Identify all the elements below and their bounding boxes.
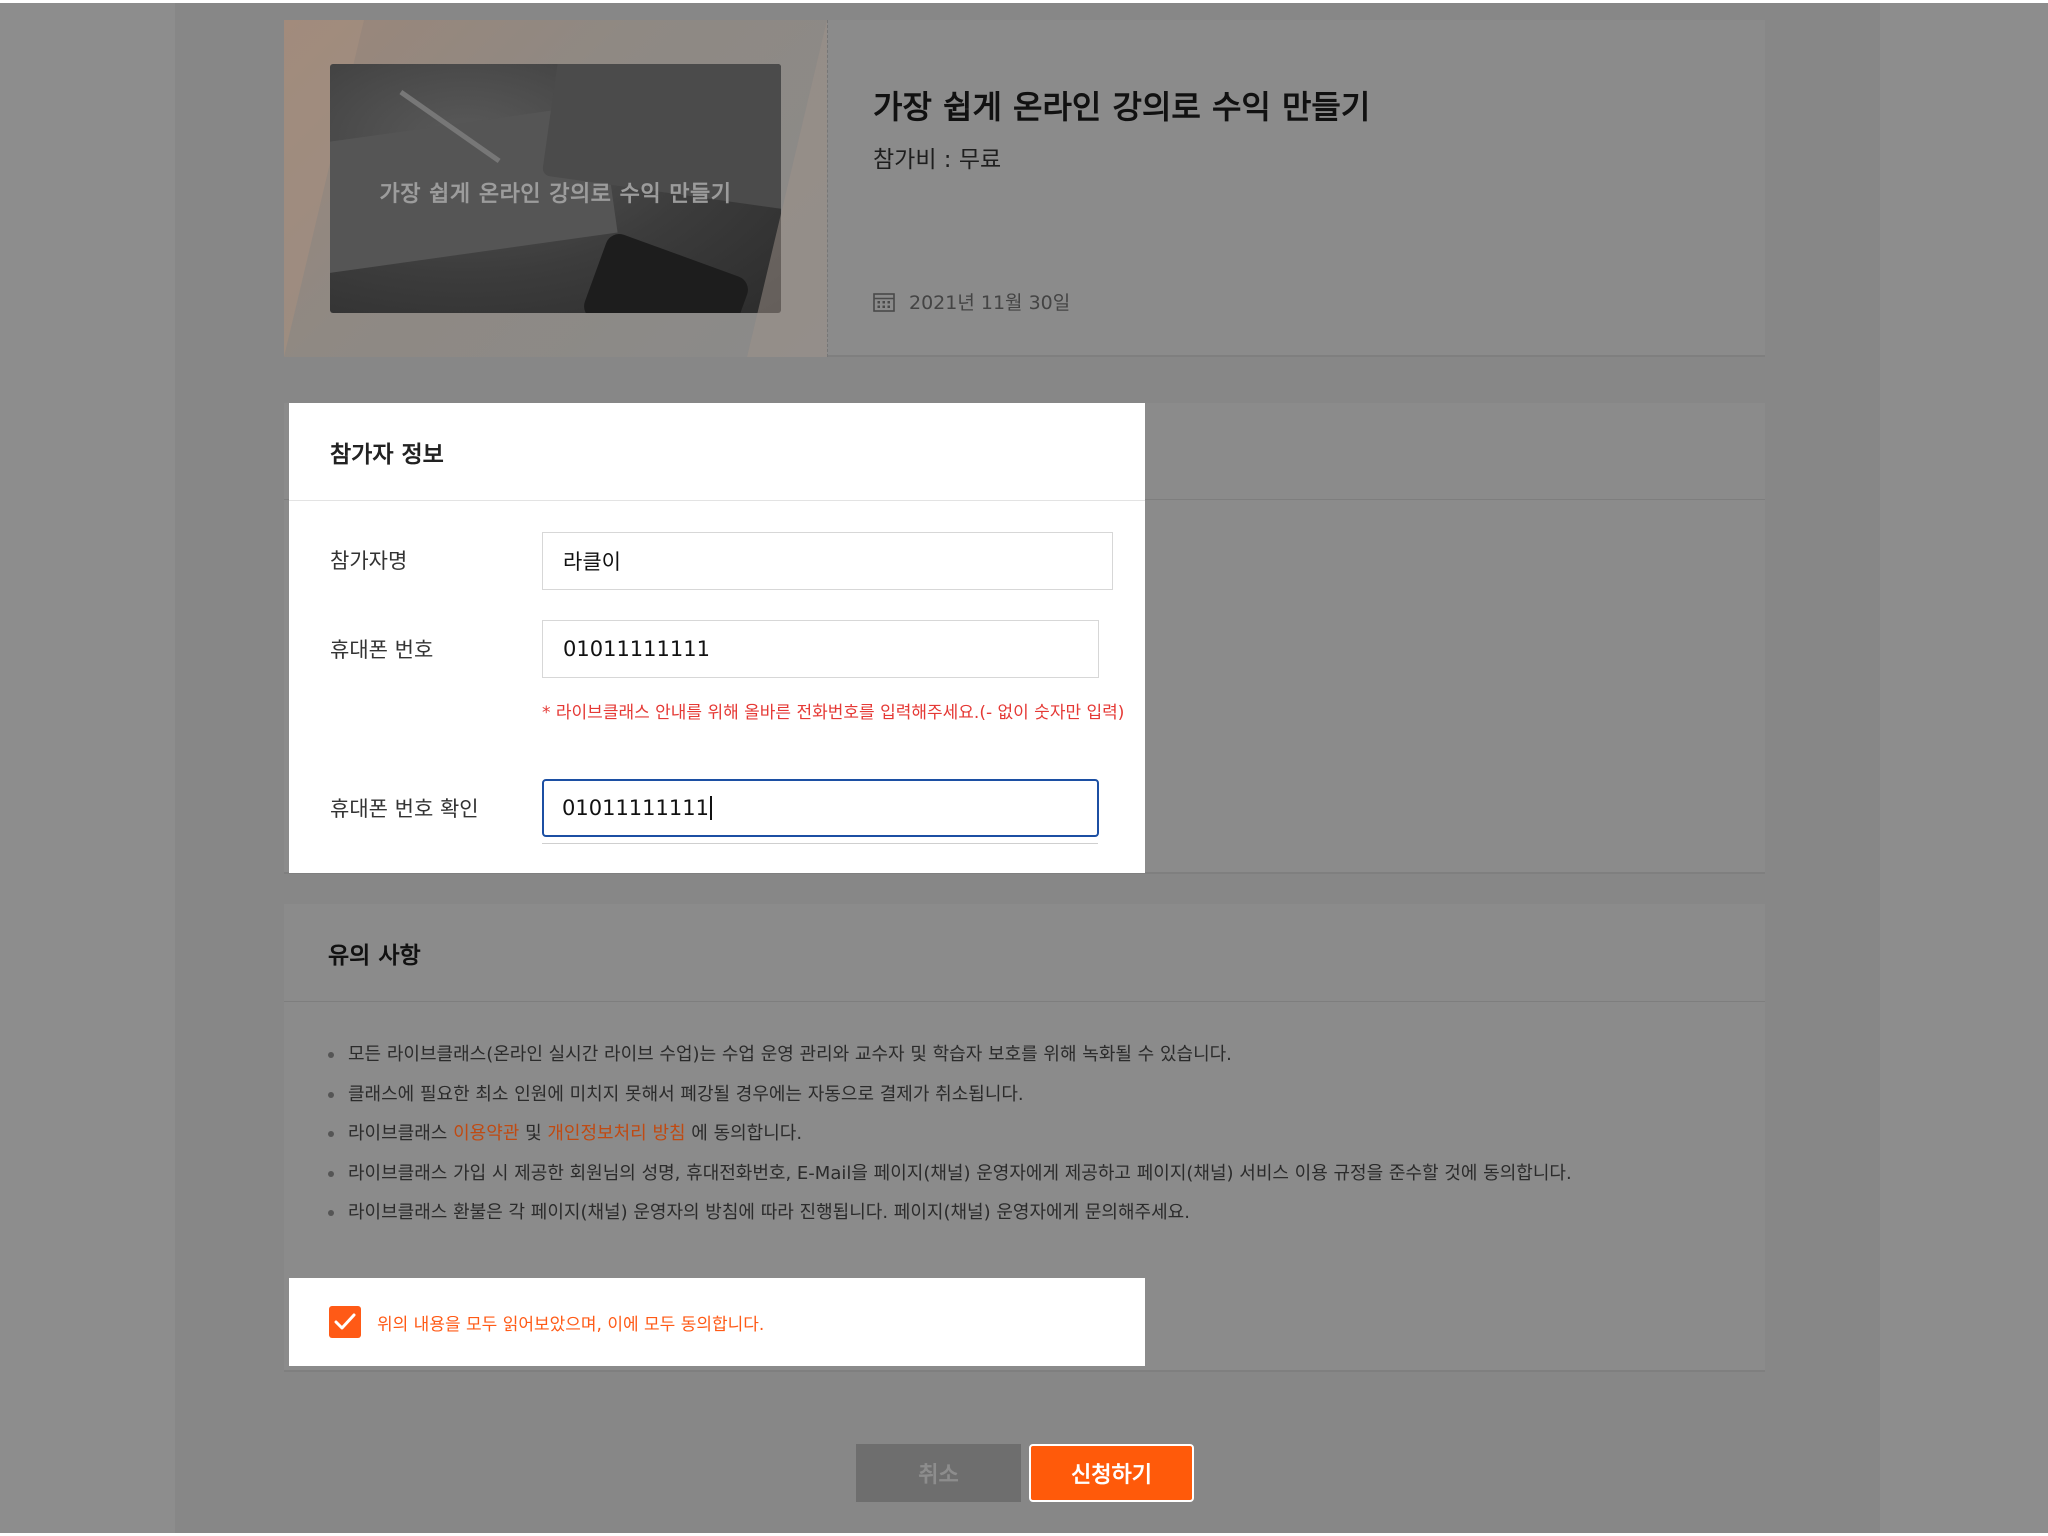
input-underline — [542, 843, 1098, 844]
thumbnail-area: 가장 쉽게 온라인 강의로 수익 만들기 — [284, 20, 827, 357]
class-info-card: 가장 쉽게 온라인 강의로 수익 만들기 가장 쉽게 온라인 강의로 수익 만들… — [284, 20, 1765, 357]
phone-confirm-input[interactable]: 01011111111 — [542, 779, 1099, 837]
page-dim-overlay: 가장 쉽게 온라인 강의로 수익 만들기 가장 쉽게 온라인 강의로 수익 만들… — [0, 3, 2048, 1533]
bullet-icon — [328, 1170, 334, 1177]
bullet-icon — [328, 1131, 334, 1137]
notice-heading: 유의 사항 — [284, 904, 1765, 1002]
phone-input[interactable]: 01011111111 — [542, 620, 1099, 678]
text-caret — [709, 796, 712, 820]
bullet-icon — [328, 1052, 334, 1058]
class-date-row: 2021년 11월 30일 — [873, 288, 1070, 315]
agree-checkbox[interactable] — [329, 1306, 361, 1338]
notice-item: 라이브클래스 이용약관 및 개인정보처리 방침 에 동의합니다. — [328, 1120, 1572, 1160]
name-input[interactable]: 라클이 — [542, 532, 1113, 590]
card-divider — [827, 20, 828, 357]
phone-hint: * 라이브클래스 안내를 위해 올바른 전화번호를 입력해주세요.(- 없이 숫… — [542, 703, 1125, 723]
phone-confirm-label: 휴대폰 번호 확인 — [330, 797, 479, 821]
class-thumbnail: 가장 쉽게 온라인 강의로 수익 만들기 — [330, 64, 781, 313]
agree-panel: 위의 내용을 모두 읽어보았으며, 이에 모두 동의합니다. — [289, 1278, 1145, 1366]
check-icon — [334, 1313, 356, 1330]
notice-item: 모든 라이브클래스(온라인 실시간 라이브 수업)는 수업 운영 관리와 교수자… — [328, 1041, 1572, 1081]
class-date: 2021년 11월 30일 — [909, 292, 1071, 314]
apply-button[interactable]: 신청하기 — [1029, 1444, 1194, 1502]
bullet-icon — [328, 1091, 334, 1098]
notice-item: 클래스에 필요한 최소 인원에 미치지 못해서 폐강될 경우에는 자동으로 결제… — [328, 1081, 1572, 1121]
thumbnail-caption: 가장 쉽게 온라인 강의로 수익 만들기 — [379, 182, 732, 207]
notice-list: 모든 라이브클래스(온라인 실시간 라이브 수업)는 수업 운영 관리와 교수자… — [328, 1041, 1572, 1239]
phone-label: 휴대폰 번호 — [330, 638, 434, 662]
name-value: 라클이 — [563, 550, 621, 574]
phone-value: 01011111111 — [563, 637, 710, 661]
name-label: 참가자명 — [330, 549, 408, 573]
cancel-button[interactable]: 취소 — [856, 1444, 1021, 1502]
agree-text: 위의 내용을 모두 읽어보았으며, 이에 모두 동의합니다. — [377, 1314, 765, 1335]
class-title: 가장 쉽게 온라인 강의로 수익 만들기 — [873, 88, 1371, 126]
thumbnail-phone — [580, 230, 752, 313]
participant-info-panel: 참가자 정보 참가자명 라클이 휴대폰 번호 01011111111 * 라이브… — [289, 403, 1145, 873]
calendar-icon — [873, 292, 895, 312]
class-fee: 참가비 : 무료 — [873, 147, 1002, 173]
terms-link[interactable]: 이용약관 — [453, 1123, 519, 1144]
phone-confirm-value: 01011111111 — [562, 796, 709, 820]
participant-heading: 참가자 정보 — [289, 403, 1145, 501]
notice-item: 라이브클래스 가입 시 제공한 회원님의 성명, 휴대전화번호, E-Mail을… — [328, 1160, 1572, 1200]
privacy-policy-link[interactable]: 개인정보처리 방침 — [547, 1123, 685, 1144]
bullet-icon — [328, 1210, 334, 1216]
notice-item: 라이브클래스 환불은 각 페이지(채널) 운영자의 방침에 따라 진행됩니다. … — [328, 1199, 1572, 1239]
